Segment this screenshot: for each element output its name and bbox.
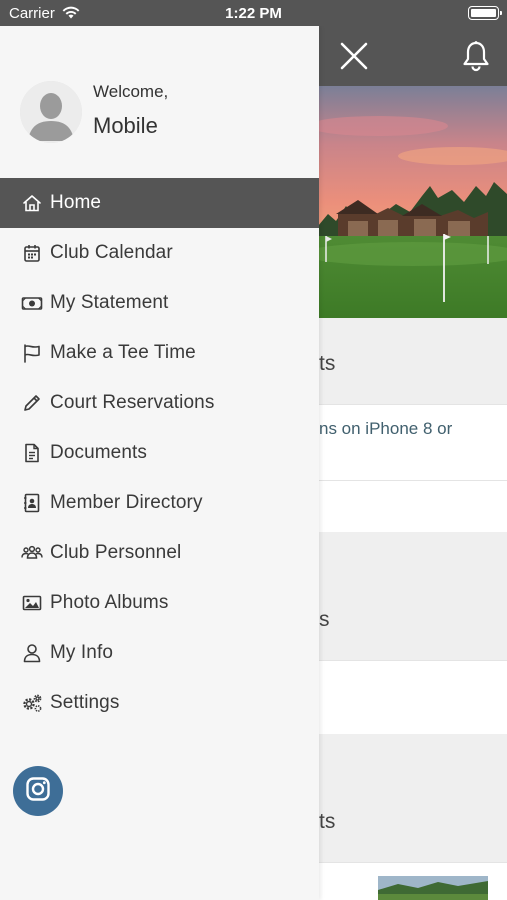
menu-label: Club Personnel (50, 542, 182, 563)
menu-item-my-info[interactable]: My Info (0, 628, 319, 678)
menu-label: Make a Tee Time (50, 342, 196, 363)
status-bar: Carrier 1:22 PM (0, 0, 507, 26)
flag-icon (20, 341, 44, 365)
person-icon (20, 641, 44, 665)
menu-item-home[interactable]: Home (0, 178, 319, 228)
menu-item-court-reservations[interactable]: Court Reservations (0, 378, 319, 428)
calendar-icon (20, 241, 44, 265)
menu-item-photo-albums[interactable]: Photo Albums (0, 578, 319, 628)
section-header-3: ts (318, 734, 507, 862)
home-icon (20, 191, 44, 215)
menu-label: Club Calendar (50, 242, 173, 263)
menu-item-club-personnel[interactable]: Club Personnel (0, 528, 319, 578)
menu-label: Photo Albums (50, 592, 169, 613)
bell-icon[interactable] (461, 40, 491, 72)
section-title-2: s (319, 608, 330, 631)
username: Mobile (93, 113, 158, 138)
menu-label: Settings (50, 692, 120, 713)
menu-item-documents[interactable]: Documents (0, 428, 319, 478)
menu-label: My Statement (50, 292, 169, 313)
document-icon (20, 441, 44, 465)
gears-icon (20, 691, 44, 715)
pencil-icon (20, 391, 44, 415)
instagram-button[interactable] (13, 766, 63, 816)
instagram-icon (25, 776, 51, 807)
image-icon (20, 591, 44, 615)
news-row-1[interactable]: ns on iPhone 8 or (318, 404, 507, 480)
people-icon (20, 541, 44, 565)
top-bar (318, 26, 507, 86)
address-book-icon (20, 491, 44, 515)
user-silhouette-icon (20, 81, 82, 143)
section-title-1: ts (319, 352, 336, 375)
section-header-1: ts (318, 318, 507, 404)
menu-item-settings[interactable]: Settings (0, 678, 319, 728)
menu-label: My Info (50, 642, 113, 663)
drawer-menu: Home Club Calendar My Statement Make a T… (0, 178, 319, 728)
menu-item-club-calendar[interactable]: Club Calendar (0, 228, 319, 278)
news-row-2[interactable] (318, 480, 507, 532)
menu-item-my-statement[interactable]: My Statement (0, 278, 319, 328)
menu-label: Documents (50, 442, 147, 463)
thumbnail-image (378, 876, 488, 900)
section-header-2: s (318, 532, 507, 660)
money-icon (20, 291, 44, 315)
menu-item-member-directory[interactable]: Member Directory (0, 478, 319, 528)
news-row-3[interactable] (318, 660, 507, 734)
news-row-1-text: ns on iPhone 8 or (319, 419, 453, 438)
battery-icon (468, 6, 502, 20)
navigation-drawer: Welcome, Mobile Home Club Calendar My St… (0, 26, 319, 900)
menu-label: Court Reservations (50, 392, 215, 413)
menu-item-make-a-tee-time[interactable]: Make a Tee Time (0, 328, 319, 378)
section-title-3: ts (319, 810, 336, 833)
close-icon[interactable] (338, 40, 370, 72)
clock: 1:22 PM (225, 5, 282, 22)
menu-label: Member Directory (50, 492, 203, 513)
welcome-text: Welcome, (93, 82, 169, 101)
background-home-screen: ts ns on iPhone 8 or s ts (318, 26, 507, 900)
menu-label: Home (50, 192, 102, 213)
club-hero-image (318, 86, 507, 318)
